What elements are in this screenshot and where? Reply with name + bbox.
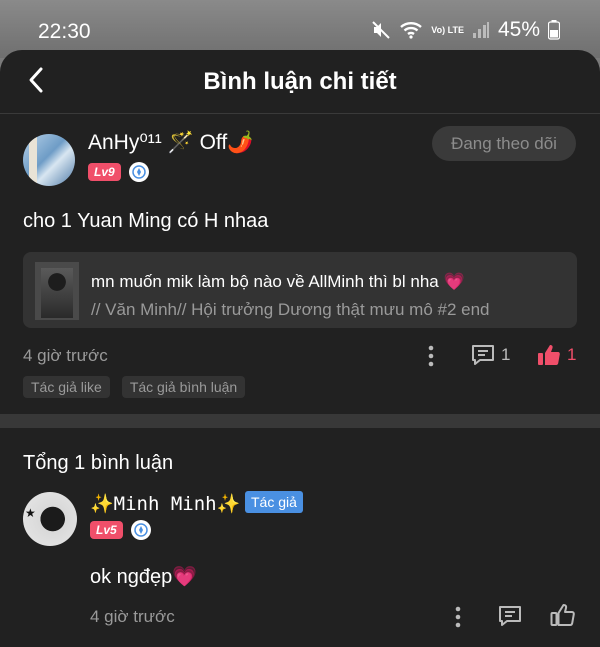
reply-to-reply-button[interactable] [498, 605, 522, 632]
comment-meta-row: 4 giờ trước 1 1 [23, 344, 577, 368]
status-icons: Vo) LTE 45% [371, 18, 560, 42]
comment-detail-sheet: Bình luận chi tiết AnHy⁰¹¹ 🪄 Off🌶️ Lv9 Đ… [0, 50, 600, 647]
reply-button[interactable]: 1 [471, 344, 510, 366]
quoted-post-source: // Văn Minh// Hội trưởng Dương thật mưu … [91, 300, 490, 319]
quoted-post-thumbnail [35, 262, 79, 320]
reply-username[interactable]: ✨Minh Minh✨ [90, 492, 240, 515]
user-badges: Lv9 [88, 162, 149, 182]
reply-like-button[interactable] [550, 603, 576, 632]
reply-text: ok ngđẹp💗 [90, 566, 198, 588]
battery-icon [548, 20, 560, 40]
battery-percent: 45% [497, 18, 540, 41]
reply-meta-row: 4 giờ trước [90, 603, 580, 629]
comment-time: 4 giờ trước [23, 346, 108, 365]
level-badge: Lv9 [88, 163, 121, 181]
avatar[interactable] [23, 134, 75, 186]
more-options-button[interactable] [421, 344, 441, 368]
reply-count: 1 [501, 345, 511, 364]
signal-icon [472, 21, 490, 39]
tag-author-liked: Tác giả like [23, 376, 110, 398]
level-badge: Lv5 [90, 521, 123, 539]
quoted-post-text: mn muốn mik làm bộ nào về AllMinh thì bl… [91, 272, 465, 291]
comment-text: cho 1 Yuan Ming có H nhaa [23, 210, 269, 232]
like-button[interactable]: 1 [537, 344, 576, 366]
thumbs-up-icon [538, 345, 560, 365]
wifi-icon [399, 20, 423, 40]
author-badge: Tác giả [245, 491, 303, 513]
more-vertical-icon [455, 606, 461, 628]
tag-author-commented: Tác giả bình luận [121, 376, 246, 398]
author-interaction-tags: Tác giả like Tác giả bình luận [23, 376, 246, 398]
total-comments-label: Tổng 1 bình luận [23, 452, 174, 474]
quoted-post-card[interactable]: mn muốn mik làm bộ nào về AllMinh thì bl… [23, 252, 577, 328]
volte-indicator: Vo) LTE [431, 24, 464, 35]
comment-icon [472, 345, 494, 365]
like-count: 1 [567, 345, 577, 364]
top-bar: Bình luận chi tiết [0, 50, 600, 114]
page-title: Bình luận chi tiết [203, 68, 397, 95]
mute-icon [371, 20, 391, 40]
thumbs-up-outline-icon [550, 604, 575, 626]
reply-time: 4 giờ trước [90, 607, 175, 626]
status-time: 22:30 [38, 20, 91, 43]
reply-avatar[interactable]: ★ [23, 492, 77, 546]
verified-icon [128, 162, 149, 182]
reply-user-badges: Lv5 [90, 520, 151, 540]
reply-more-options-button[interactable] [448, 605, 468, 629]
username[interactable]: AnHy⁰¹¹ 🪄 Off🌶️ [88, 130, 253, 155]
section-divider [0, 414, 600, 428]
verified-icon [130, 520, 151, 540]
more-vertical-icon [428, 345, 434, 367]
comment-icon [499, 606, 521, 626]
following-button[interactable]: Đang theo dõi [432, 126, 576, 161]
header-divider [0, 113, 600, 114]
